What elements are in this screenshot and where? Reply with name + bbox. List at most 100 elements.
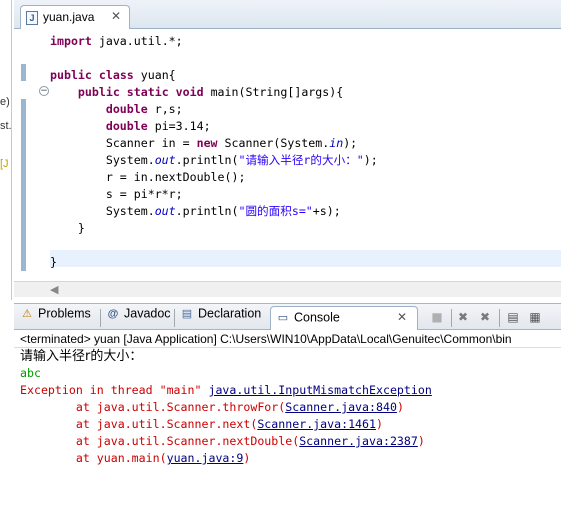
- text-segment: 请输入半径r的大小：: [20, 349, 143, 364]
- text-segment: s = pi*r*r;: [50, 187, 183, 201]
- text-segment: );: [363, 153, 378, 167]
- console-line: 请输入半径r的大小：: [20, 348, 561, 365]
- fold-collapse-icon[interactable]: −: [39, 86, 49, 96]
- code-editor[interactable]: − import java.util.*; public class yuan{…: [14, 29, 561, 281]
- text-segment: import: [50, 34, 92, 48]
- scroll-lock-icon[interactable]: ▦: [526, 308, 544, 326]
- stacktrace-link[interactable]: java.util.InputMismatchException: [208, 383, 431, 397]
- text-segment: double: [105, 102, 148, 116]
- close-icon[interactable]: ✕: [397, 310, 407, 324]
- console-line: abc: [20, 365, 561, 382]
- text-segment: at java.util.Scanner.throwFor(: [20, 400, 286, 414]
- text-segment: [92, 68, 99, 82]
- console-line: at yuan.main(yuan.java:9): [20, 450, 561, 467]
- editor-tab-label: yuan.java: [43, 10, 95, 24]
- clear-console-icon[interactable]: ▤: [504, 308, 522, 326]
- editor-tab-yuan-java[interactable]: J yuan.java ✕: [20, 5, 130, 29]
- console-line: Exception in thread "main" java.util.Inp…: [20, 382, 561, 399]
- declaration-icon: ▤: [181, 307, 193, 320]
- text-segment: r = in.nextDouble();: [50, 170, 246, 184]
- console-line: at java.util.Scanner.next(Scanner.java:1…: [20, 416, 561, 433]
- java-file-icon: J: [26, 11, 38, 25]
- text-segment: ): [376, 417, 383, 431]
- text-segment: );: [343, 136, 358, 150]
- text-segment: at yuan.main(: [20, 451, 167, 465]
- text-segment: System.: [50, 153, 155, 167]
- editor-tab-bar: J yuan.java ✕: [14, 0, 561, 29]
- code-line: import java.util.*;: [50, 33, 378, 50]
- console-line: at java.util.Scanner.throwFor(Scanner.ja…: [20, 399, 561, 416]
- scroll-left-icon[interactable]: ◀: [50, 283, 58, 296]
- code-line: }: [50, 220, 378, 237]
- text-segment: "圆的面积s=": [238, 204, 313, 218]
- text-segment: Exception in thread "main": [20, 383, 209, 397]
- text-segment: pi=3.14;: [147, 119, 211, 133]
- left-fragment-2: st.: [0, 120, 12, 132]
- console-line: at java.util.Scanner.nextDouble(Scanner.…: [20, 433, 561, 450]
- text-segment: main(String[]args){: [203, 85, 344, 99]
- text-segment: double: [105, 119, 148, 133]
- text-segment: }: [50, 221, 85, 235]
- text-segment: class: [98, 68, 134, 82]
- terminate-icon[interactable]: ■: [428, 308, 446, 326]
- at-icon: @: [107, 307, 119, 320]
- text-segment: [50, 85, 78, 99]
- text-segment: ): [396, 400, 404, 414]
- text-segment: [169, 85, 176, 99]
- text-segment: static: [126, 85, 169, 99]
- text-segment: yuan{: [133, 68, 176, 82]
- code-line: Scanner in = new Scanner(System.in);: [50, 135, 378, 152]
- text-segment: abc: [20, 366, 41, 380]
- text-segment: +s);: [312, 204, 341, 218]
- code-line: s = pi*r*r;: [50, 186, 378, 203]
- text-segment: .println(: [175, 204, 239, 218]
- text-segment: [120, 85, 127, 99]
- text-segment: java.util.*;: [91, 34, 183, 48]
- tab-problems[interactable]: ⚠ Problems: [20, 306, 91, 330]
- stacktrace-link[interactable]: Scanner.java:840: [285, 400, 397, 414]
- remove-all-icon[interactable]: ✖: [476, 308, 494, 326]
- console-process-label: <terminated> yuan [Java Application] C:\…: [14, 331, 561, 348]
- code-line: double pi=3.14;: [50, 118, 378, 135]
- text-segment: }: [50, 255, 57, 269]
- editor-gutter: [14, 29, 36, 281]
- text-segment: at java.util.Scanner.next(: [20, 417, 258, 431]
- text-segment: .println(: [175, 153, 239, 167]
- code-line: }: [50, 254, 378, 271]
- stacktrace-link[interactable]: Scanner.java:1461: [257, 417, 376, 431]
- close-icon[interactable]: ✕: [111, 9, 121, 23]
- text-segment: in: [329, 136, 344, 150]
- code-line: r = in.nextDouble();: [50, 169, 378, 186]
- text-segment: Scanner(System.: [217, 136, 330, 150]
- left-view-strip: e) st. [J: [0, 0, 12, 300]
- remove-launch-icon[interactable]: ✖: [454, 308, 472, 326]
- problems-icon: ⚠: [22, 307, 32, 320]
- change-marker: [21, 99, 26, 271]
- code-text: import java.util.*; public class yuan{ p…: [50, 33, 378, 271]
- stacktrace-link[interactable]: Scanner.java:2387: [299, 434, 418, 448]
- left-fragment-1: e): [0, 96, 10, 108]
- text-segment: [50, 102, 106, 116]
- console-output[interactable]: 请输入半径r的大小： abc Exception in thread "main" …: [14, 348, 561, 517]
- text-segment: void: [175, 85, 204, 99]
- console-icon: ▭: [277, 311, 289, 324]
- editor-horizontal-scrollbar[interactable]: ◀: [14, 281, 561, 297]
- text-segment: Scanner in =: [50, 136, 197, 150]
- text-segment: "请输入半径r的大小：": [238, 153, 364, 167]
- text-segment: [50, 119, 106, 133]
- text-segment: ): [243, 451, 251, 465]
- code-line: System.out.println("请输入半径r的大小：");: [50, 152, 378, 169]
- left-fragment-3: [J: [0, 158, 9, 170]
- panel-tab-bar: ⚠ Problems @ Javadoc ▤ Declaration ▭ Console…: [14, 303, 561, 330]
- text-segment: out: [154, 153, 176, 167]
- tab-declaration[interactable]: ▤ Declaration: [180, 306, 261, 330]
- code-line: double r,s;: [50, 101, 378, 118]
- text-segment: public: [50, 68, 92, 82]
- tab-javadoc[interactable]: @ Javadoc: [106, 306, 171, 330]
- text-segment: new: [196, 136, 218, 150]
- tab-console[interactable]: ▭ Console ✕: [270, 306, 418, 330]
- stacktrace-link[interactable]: yuan.java:9: [167, 451, 244, 465]
- text-segment: public: [77, 85, 120, 99]
